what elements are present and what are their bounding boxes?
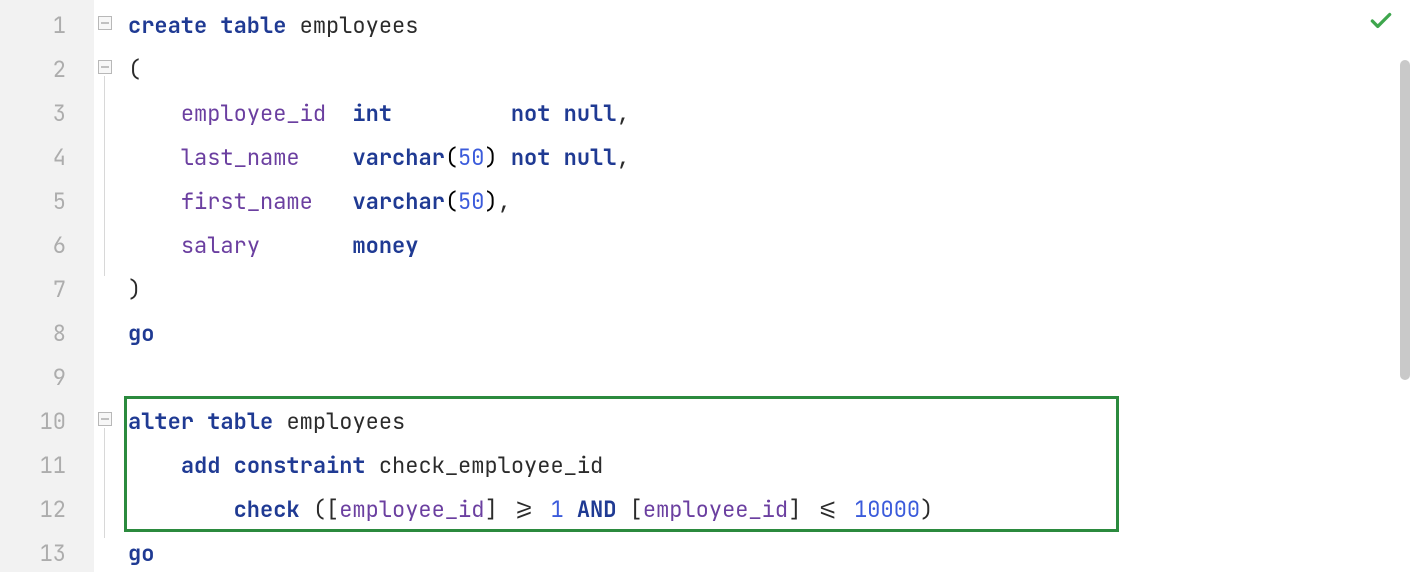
vertical-scrollbar[interactable] (1400, 60, 1410, 380)
line-number: 3 (0, 92, 94, 136)
code-line[interactable]: go (124, 532, 1412, 576)
fold-guide (104, 76, 105, 276)
code-line[interactable]: alter table employees (124, 400, 1412, 444)
type-varchar: varchar (352, 187, 444, 216)
line-number: 8 (0, 312, 94, 356)
line-number: 5 (0, 180, 94, 224)
code-line[interactable]: go (124, 312, 1412, 356)
line-number: 9 (0, 356, 94, 400)
bracket: ] (484, 495, 497, 524)
code-line[interactable]: add constraint check_employee_id (124, 444, 1412, 488)
fold-toggle-icon[interactable] (98, 16, 112, 30)
paren-open: ( (313, 495, 326, 524)
number-literal: 1 (550, 495, 563, 524)
fold-column (94, 0, 124, 572)
fold-guide (104, 428, 105, 538)
code-area[interactable]: create table employees ( employee_id int… (124, 0, 1412, 572)
comma: , (616, 99, 629, 128)
line-number: 7 (0, 268, 94, 312)
column-name: employee_id (181, 99, 326, 128)
paren-open: ( (128, 55, 141, 84)
constraint-name: check_employee_id (379, 451, 603, 480)
number-literal: 10000 (854, 495, 920, 524)
paren-close: ) (920, 495, 933, 524)
column-ref: employee_id (643, 495, 788, 524)
keyword-alter: alter (128, 407, 194, 436)
keyword-constraint: constraint (234, 451, 366, 480)
column-name: last_name (181, 143, 300, 172)
bracket: ] (788, 495, 801, 524)
editor: 1 2 3 4 5 6 7 8 9 10 11 12 13 create tab… (0, 0, 1412, 572)
keyword-table: table (220, 11, 286, 40)
type-varchar: varchar (352, 143, 444, 172)
bracket: [ (326, 495, 339, 524)
line-number: 12 (0, 488, 94, 532)
operator: <= (814, 495, 840, 524)
line-number: 11 (0, 444, 94, 488)
column-name: salary (181, 231, 260, 260)
line-number: 6 (0, 224, 94, 268)
keyword-go: go (128, 539, 154, 568)
operator: >= (511, 495, 537, 524)
number-literal: 50 (458, 143, 484, 172)
code-line[interactable]: ) (124, 268, 1412, 312)
column-ref: employee_id (339, 495, 484, 524)
keyword-notnull: not null (511, 143, 617, 172)
line-number: 2 (0, 48, 94, 92)
fold-toggle-icon[interactable] (98, 412, 112, 426)
code-line[interactable]: salary money (124, 224, 1412, 268)
keyword-table: table (207, 407, 273, 436)
code-line[interactable] (124, 356, 1412, 400)
line-number: 13 (0, 532, 94, 576)
line-number: 4 (0, 136, 94, 180)
code-line[interactable]: create table employees (124, 4, 1412, 48)
code-line[interactable]: check ([employee_id] >= 1 AND [employee_… (124, 488, 1412, 532)
code-line[interactable]: last_name varchar(50) not null, (124, 136, 1412, 180)
table-name: employees (286, 407, 405, 436)
line-number-gutter: 1 2 3 4 5 6 7 8 9 10 11 12 13 (0, 0, 94, 572)
keyword-go: go (128, 319, 154, 348)
code-line[interactable]: employee_id int not null, (124, 92, 1412, 136)
number-literal: 50 (458, 187, 484, 216)
comma: , (616, 143, 629, 172)
keyword-add: add (181, 451, 221, 480)
code-line[interactable]: ( (124, 48, 1412, 92)
check-icon[interactable] (1368, 8, 1394, 41)
paren-close: ) (128, 275, 141, 304)
bracket: [ (630, 495, 643, 524)
keyword-and: AND (577, 495, 617, 524)
fold-toggle-icon[interactable] (98, 60, 112, 74)
comma: , (498, 187, 511, 216)
type-int: int (352, 99, 392, 128)
line-number: 10 (0, 400, 94, 444)
column-name: first_name (181, 187, 313, 216)
keyword-notnull: not null (511, 99, 617, 128)
table-name: employees (300, 11, 419, 40)
code-line[interactable]: first_name varchar(50), (124, 180, 1412, 224)
type-money: money (352, 231, 418, 260)
keyword-create: create (128, 11, 207, 40)
line-number: 1 (0, 4, 94, 48)
keyword-check: check (234, 495, 300, 524)
